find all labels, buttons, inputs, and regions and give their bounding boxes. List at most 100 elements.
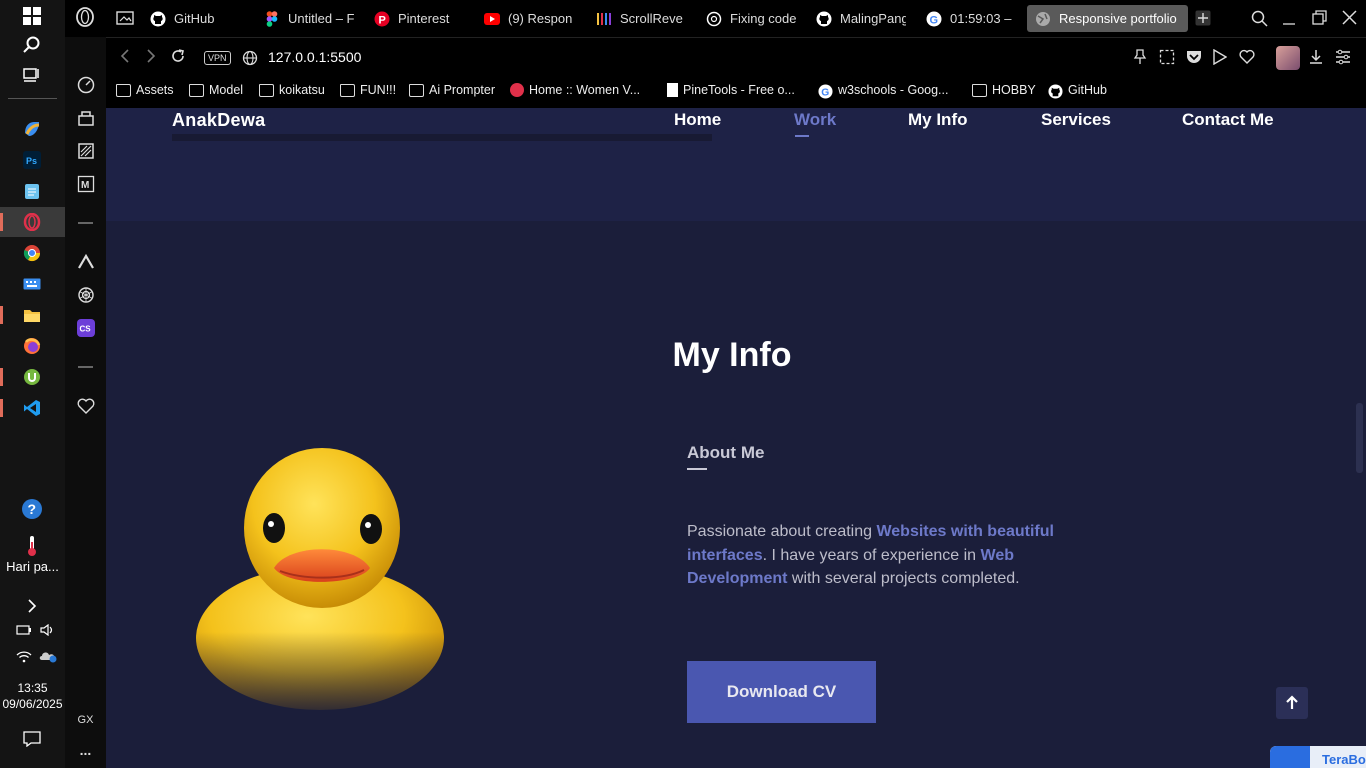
tab-label: ScrollReve bbox=[620, 11, 683, 26]
windows-start-icon[interactable] bbox=[20, 4, 44, 28]
chevron-right-icon[interactable] bbox=[20, 594, 44, 618]
heart-icon[interactable] bbox=[75, 395, 96, 416]
nav-home[interactable]: Home bbox=[674, 110, 721, 130]
notification-icon[interactable] bbox=[20, 727, 44, 751]
easy-setup-icon[interactable] bbox=[1335, 49, 1351, 69]
photoshop-icon[interactable]: Ps bbox=[20, 148, 44, 172]
pin-icon[interactable] bbox=[1133, 49, 1147, 69]
copilot-icon[interactable] bbox=[20, 117, 44, 141]
tab-gallery-icon[interactable] bbox=[116, 10, 134, 30]
tab-label: (9) Respon bbox=[508, 11, 573, 26]
site-info-icon[interactable] bbox=[242, 50, 258, 70]
aria-icon[interactable] bbox=[75, 251, 96, 272]
search-tabs-icon[interactable] bbox=[1251, 10, 1268, 31]
nav-services[interactable]: Services bbox=[1041, 110, 1111, 130]
url-text[interactable]: 127.0.0.1:5500 bbox=[268, 49, 361, 65]
gx-label[interactable]: GX bbox=[75, 709, 96, 730]
download-cv-button[interactable]: Download CV bbox=[687, 661, 876, 723]
restore-icon[interactable] bbox=[1312, 10, 1327, 29]
document-icon bbox=[667, 83, 678, 97]
tab-label: MalingPang bbox=[840, 11, 906, 26]
new-tab-icon[interactable] bbox=[1195, 10, 1211, 30]
tab-label: Responsive portfolio bbox=[1059, 11, 1177, 26]
scroll-to-top-button[interactable] bbox=[1276, 687, 1308, 719]
bookmark-folder[interactable]: FUN!!! bbox=[340, 83, 396, 97]
gx-corner-icon[interactable] bbox=[75, 107, 96, 128]
firefox-icon[interactable] bbox=[20, 334, 44, 358]
site-logo[interactable]: AnakDewa bbox=[172, 110, 265, 131]
close-icon[interactable] bbox=[1342, 10, 1357, 29]
svg-text:Ps: Ps bbox=[26, 156, 37, 166]
reload-icon[interactable] bbox=[170, 48, 186, 69]
about-me-paragraph: Passionate about creating Websites with … bbox=[687, 520, 1107, 591]
wifi-icon[interactable] bbox=[12, 644, 36, 668]
profile-avatar[interactable] bbox=[1276, 46, 1300, 70]
youtube-icon bbox=[484, 11, 500, 27]
keyboard-icon[interactable] bbox=[20, 272, 44, 296]
bookmark-folder[interactable]: Ai Prompter bbox=[409, 83, 495, 97]
github-icon bbox=[816, 11, 832, 27]
send-icon[interactable] bbox=[1213, 48, 1228, 69]
page-scrollbar[interactable] bbox=[1356, 403, 1363, 473]
bookmark-link[interactable]: G w3schools - Goog... bbox=[818, 83, 948, 98]
snapshot-icon[interactable] bbox=[1159, 49, 1175, 69]
heart-icon[interactable] bbox=[1239, 49, 1255, 68]
more-options-icon[interactable]: ... bbox=[75, 739, 96, 760]
tab-scrollreveal[interactable]: ScrollReve bbox=[596, 5, 691, 32]
bookmark-link[interactable]: Home :: Women V... bbox=[510, 83, 640, 97]
gx-control-icon[interactable] bbox=[75, 74, 96, 95]
minimize-icon[interactable] bbox=[1282, 12, 1296, 30]
terabox-widget[interactable]: TeraBox bbox=[1270, 746, 1366, 768]
bookmark-folder[interactable]: Model bbox=[189, 83, 243, 97]
svg-text:G: G bbox=[821, 87, 829, 98]
volume-icon[interactable] bbox=[36, 618, 60, 642]
running-indicator bbox=[0, 399, 3, 417]
back-icon[interactable] bbox=[120, 48, 130, 69]
google-icon: G bbox=[818, 83, 833, 98]
tab-chatgpt[interactable]: Fixing code bbox=[706, 5, 801, 32]
nav-work[interactable]: Work bbox=[794, 110, 836, 130]
twitch-icon[interactable] bbox=[75, 140, 96, 161]
clock-time[interactable]: 13:35 bbox=[0, 681, 65, 695]
tab-github[interactable]: GitHub bbox=[150, 5, 250, 32]
tab-google-timer[interactable]: G 01:59:03 – bbox=[926, 5, 1016, 32]
running-indicator bbox=[0, 306, 3, 324]
messenger-m-icon[interactable]: M bbox=[75, 173, 96, 194]
weather-label[interactable]: Hari pa... bbox=[0, 559, 65, 574]
bookmark-folder[interactable]: HOBBY bbox=[972, 83, 1036, 97]
nav-my-info[interactable]: My Info bbox=[908, 110, 968, 130]
tab-figma[interactable]: Untitled – F bbox=[264, 5, 354, 32]
battery-icon[interactable] bbox=[12, 618, 36, 642]
clock-date[interactable]: 09/06/2025 bbox=[0, 697, 65, 711]
bookmark-folder[interactable]: Assets bbox=[116, 83, 174, 97]
opera-logo-icon[interactable] bbox=[75, 7, 95, 31]
svg-text:M: M bbox=[81, 180, 89, 191]
cs-app-icon[interactable]: CS bbox=[75, 317, 96, 338]
chatgpt-icon[interactable] bbox=[75, 284, 96, 305]
sidebar-divider bbox=[78, 366, 93, 368]
utorrent-icon[interactable] bbox=[20, 365, 44, 389]
bookmark-link[interactable]: PineTools - Free o... bbox=[667, 83, 795, 97]
svg-text:G: G bbox=[930, 14, 939, 26]
file-explorer-icon[interactable] bbox=[20, 303, 44, 327]
help-icon[interactable]: ? bbox=[20, 497, 44, 521]
folder-icon bbox=[972, 83, 987, 97]
pocket-icon[interactable] bbox=[1186, 49, 1202, 69]
onedrive-icon[interactable] bbox=[36, 644, 60, 668]
notepad-icon[interactable] bbox=[20, 179, 44, 203]
nav-contact-me[interactable]: Contact Me bbox=[1182, 110, 1274, 130]
vscode-icon[interactable] bbox=[20, 396, 44, 420]
chrome-icon[interactable] bbox=[20, 241, 44, 265]
tab-youtube[interactable]: (9) Respon bbox=[484, 5, 579, 32]
bookmark-link[interactable]: GitHub bbox=[1048, 83, 1107, 99]
tab-pinterest[interactable]: P Pinterest bbox=[374, 5, 474, 32]
tab-malingpang[interactable]: MalingPang bbox=[816, 5, 906, 32]
download-icon[interactable] bbox=[1308, 49, 1324, 69]
task-view-icon[interactable] bbox=[20, 63, 44, 87]
bookmark-folder[interactable]: koikatsu bbox=[259, 83, 325, 97]
forward-icon[interactable] bbox=[146, 48, 156, 69]
vpn-badge[interactable]: VPN bbox=[204, 51, 231, 65]
opera-gx-taskbar-icon[interactable] bbox=[20, 210, 44, 234]
tab-responsive-portfolio[interactable]: Responsive portfolio bbox=[1027, 5, 1188, 32]
search-icon[interactable] bbox=[20, 33, 44, 57]
